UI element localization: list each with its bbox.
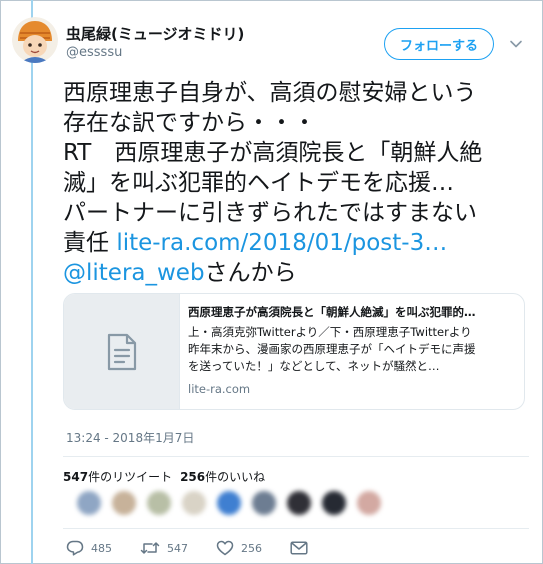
liker-avatar[interactable]	[322, 491, 346, 515]
card-description-line: を送っていた！」などとして、ネットが騒然と…	[188, 359, 440, 373]
avatar[interactable]	[12, 17, 58, 63]
tweet-line: 滅」を叫ぶ犯罪的ヘイトデモを応援…	[63, 170, 454, 196]
retweet-action[interactable]: 547	[140, 540, 216, 556]
liker-avatar[interactable]	[217, 491, 241, 515]
tweet-line: パートナーに引きずられたではすまない	[63, 200, 477, 226]
liker-avatar[interactable]	[287, 491, 311, 515]
divider	[63, 456, 529, 457]
liker-avatar[interactable]	[77, 491, 101, 515]
retweet-count: 547	[167, 541, 188, 555]
tweet-line: 責任 lite-ra.com/2018/01/post-3…	[63, 228, 533, 258]
card-title: 西原理恵子が高須院長と「朝鮮人絶滅」を叫ぶ犯罪的…	[188, 305, 476, 319]
tweet-line: @litera_webさんから	[63, 258, 533, 288]
tweet-line: 存在な訳ですから・・・	[63, 110, 316, 136]
mention-link[interactable]: @litera_web	[63, 260, 205, 286]
heart-icon	[216, 540, 234, 556]
tweet-line: 西原理恵子自身が、高須の慰安婦という	[63, 80, 477, 106]
tweet-timestamp[interactable]: 13:24 - 2018年1月7日	[66, 429, 194, 446]
likes-label: 件のいいね	[205, 470, 266, 484]
liker-avatar[interactable]	[147, 491, 171, 515]
liker-avatar[interactable]	[357, 491, 381, 515]
likers-avatars	[77, 491, 392, 521]
tweet-actions: 485 547 256	[66, 538, 315, 558]
liker-avatar[interactable]	[182, 491, 206, 515]
card-domain: lite-ra.com	[188, 382, 251, 396]
like-count: 256	[241, 541, 262, 555]
thread-line	[31, 0, 33, 564]
document-icon	[107, 333, 136, 370]
likes-stat[interactable]: 256件のいいね	[180, 470, 265, 484]
card-description-line: 上・高須克弥Twitterより／下・西原理恵子Twitterより	[188, 325, 472, 339]
envelope-icon	[290, 541, 308, 555]
direct-message-action[interactable]	[290, 541, 315, 555]
retweets-count: 547	[63, 470, 89, 484]
chevron-down-icon[interactable]	[508, 36, 524, 52]
mention-suffix: さんから	[204, 260, 297, 286]
engagement-stats: 547件のリツイート 256件のいいね	[63, 468, 265, 485]
reply-count: 485	[91, 541, 112, 555]
liker-avatar[interactable]	[112, 491, 136, 515]
reply-icon	[66, 540, 84, 556]
retweets-stat[interactable]: 547件のリツイート	[63, 470, 172, 484]
card-description: 上・高須克弥Twitterより／下・西原理恵子Twitterより 昨年末から、漫…	[188, 324, 518, 375]
avatar-illustration	[12, 17, 58, 63]
tweet-line-prefix: 責任	[63, 230, 117, 256]
card-thumbnail	[64, 294, 180, 409]
like-action[interactable]: 256	[216, 540, 290, 556]
link-card[interactable]: 西原理恵子が高須院長と「朝鮮人絶滅」を叫ぶ犯罪的… 上・高須克弥Twitterよ…	[63, 293, 525, 410]
tweet-link[interactable]: lite-ra.com/2018/01/post-3…	[116, 230, 447, 256]
follow-button[interactable]: フォローする	[384, 28, 494, 60]
reply-action[interactable]: 485	[66, 540, 140, 556]
retweet-icon	[140, 542, 160, 554]
retweets-label: 件のリツイート	[88, 470, 173, 484]
liker-avatar[interactable]	[252, 491, 276, 515]
card-description-line: 昨年末から、漫画家の西原理恵子が「ヘイトデモに声援	[188, 342, 476, 356]
user-handle[interactable]: @essssu	[66, 45, 122, 60]
display-name[interactable]: 虫尾緑(ミュージオミドリ)	[66, 23, 244, 44]
likes-count: 256	[180, 470, 206, 484]
divider	[63, 528, 529, 529]
tweet-text: 西原理恵子自身が、高須の慰安婦という 存在な訳ですから・・・ RT 西原理恵子が…	[63, 78, 533, 288]
tweet-line: RT 西原理恵子が高須院長と「朝鮮人絶	[63, 140, 483, 166]
